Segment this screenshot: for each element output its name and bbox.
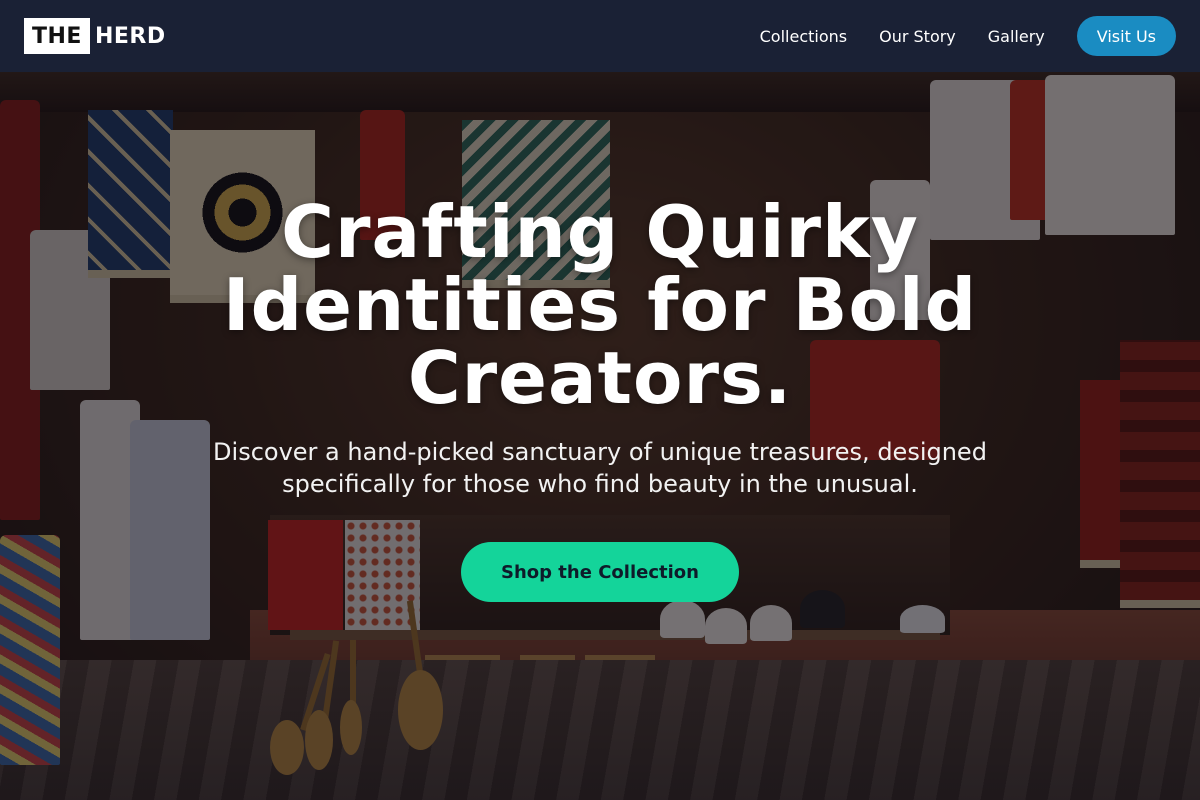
top-navbar: THE HERD Collections Our Story Gallery V…	[0, 0, 1200, 72]
brand-logo[interactable]: THE HERD	[24, 18, 166, 54]
nav-link-collections[interactable]: Collections	[760, 27, 847, 46]
nav-link-our-story[interactable]: Our Story	[879, 27, 956, 46]
hero-section: Crafting Quirky Identities for Bold Crea…	[0, 72, 1200, 800]
visit-us-button[interactable]: Visit Us	[1076, 16, 1176, 56]
nav-link-gallery[interactable]: Gallery	[988, 27, 1045, 46]
page: THE HERD Collections Our Story Gallery V…	[0, 0, 1200, 800]
logo-mark: THE	[24, 18, 90, 54]
logo-wordmark: HERD	[94, 23, 166, 49]
hero-title: Crafting Quirky Identities for Bold Crea…	[222, 190, 978, 420]
hero-subtitle: Discover a hand-picked sanctuary of uniq…	[213, 438, 987, 498]
shop-collection-button[interactable]: Shop the Collection	[461, 542, 739, 602]
primary-nav: Collections Our Story Gallery Visit Us	[760, 16, 1176, 56]
